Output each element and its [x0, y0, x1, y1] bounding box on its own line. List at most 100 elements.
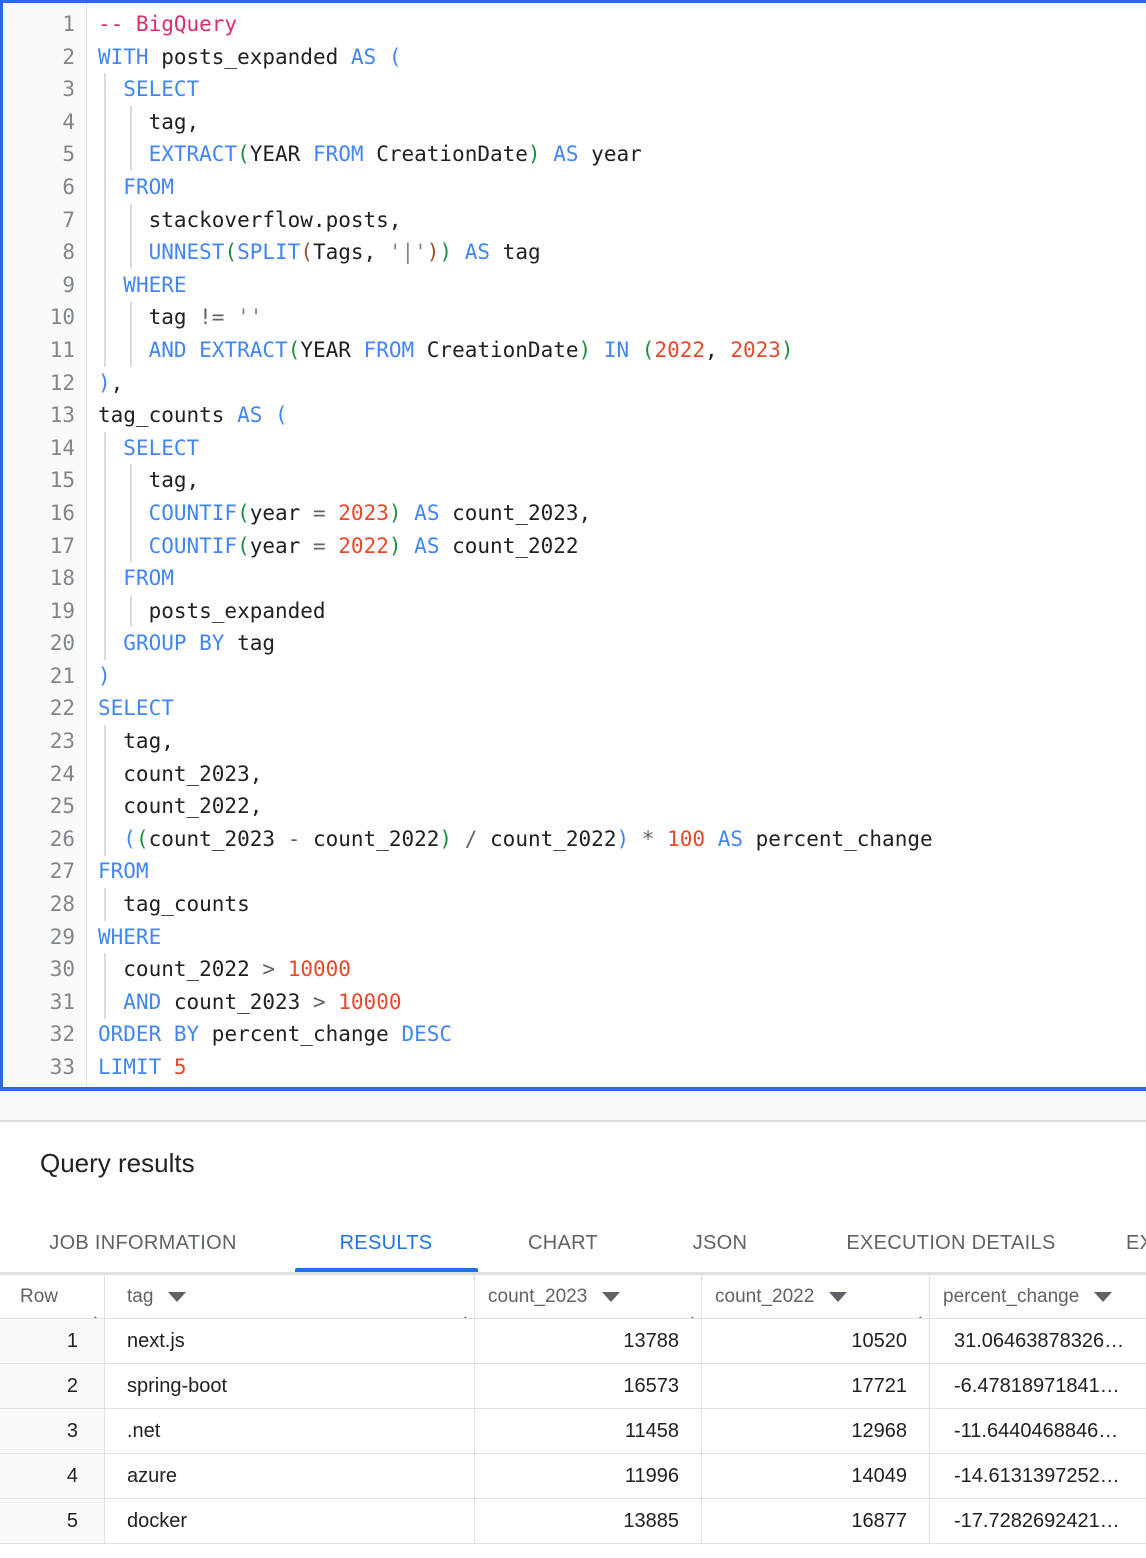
- code-text: posts_expanded: [87, 595, 326, 628]
- column-label: percent_change: [943, 1286, 1079, 1308]
- sql-code[interactable]: 1-- BigQuery2WITH posts_expanded AS (3 S…: [3, 8, 1146, 1084]
- code-text: AND count_2023 > 10000: [87, 986, 401, 1019]
- code-line[interactable]: 33LIMIT 5: [3, 1051, 1146, 1084]
- column-dropdown-icon[interactable]: [168, 1292, 186, 1302]
- cell-tag: azure: [105, 1454, 475, 1499]
- code-text: ORDER BY percent_change DESC: [87, 1018, 452, 1051]
- line-number: 29: [3, 921, 87, 954]
- column-header-row[interactable]: Row: [0, 1274, 105, 1319]
- line-number: 2: [3, 41, 87, 74]
- tab-job-information[interactable]: JOB INFORMATION: [49, 1215, 236, 1272]
- line-number: 32: [3, 1018, 87, 1051]
- code-line[interactable]: 13tag_counts AS (: [3, 399, 1146, 432]
- code-text: GROUP BY tag: [87, 627, 275, 660]
- column-header-count_2022[interactable]: count_2022: [702, 1274, 930, 1319]
- code-line[interactable]: 12),: [3, 367, 1146, 400]
- column-resize-handle-icon[interactable]: [910, 1303, 925, 1317]
- column-label: Row: [20, 1286, 58, 1308]
- sql-editor[interactable]: 1-- BigQuery2WITH posts_expanded AS (3 S…: [0, 0, 1146, 1091]
- tab-results[interactable]: RESULTS: [340, 1215, 433, 1272]
- code-line[interactable]: 8 UNNEST(SPLIT(Tags, '|')) AS tag: [3, 236, 1146, 269]
- code-text: LIMIT 5: [87, 1051, 187, 1084]
- tab-json[interactable]: JSON: [693, 1215, 748, 1272]
- cell-count_2022: 12968: [702, 1409, 930, 1454]
- code-line[interactable]: 1-- BigQuery: [3, 8, 1146, 41]
- code-text: SELECT: [87, 692, 174, 725]
- table-row: 4azure1199614049-14.6131397252…: [0, 1454, 1146, 1499]
- code-text: AND EXTRACT(YEAR FROM CreationDate) IN (…: [87, 334, 794, 367]
- code-line[interactable]: 7 stackoverflow.posts,: [3, 204, 1146, 237]
- table-row: 3.net1145812968-11.6440468846…: [0, 1409, 1146, 1454]
- cell-count_2023: 13788: [475, 1319, 702, 1364]
- code-line[interactable]: 15 tag,: [3, 464, 1146, 497]
- line-number: 14: [3, 432, 87, 465]
- code-line[interactable]: 26 ((count_2023 - count_2022) / count_20…: [3, 823, 1146, 856]
- code-line[interactable]: 3 SELECT: [3, 73, 1146, 106]
- column-header-tag[interactable]: tag: [105, 1274, 475, 1319]
- column-label: count_2023: [488, 1286, 587, 1308]
- code-line[interactable]: 25 count_2022,: [3, 790, 1146, 823]
- code-line[interactable]: 24 count_2023,: [3, 758, 1146, 791]
- line-number: 6: [3, 171, 87, 204]
- tab-ex[interactable]: EX: [1126, 1215, 1146, 1272]
- line-number: 12: [3, 367, 87, 400]
- cell-count_2022: 14049: [702, 1454, 930, 1499]
- code-line[interactable]: 17 COUNTIF(year = 2022) AS count_2022: [3, 530, 1146, 563]
- table-body: 1next.js137881052031.06463878326…2spring…: [0, 1319, 1146, 1544]
- column-resize-handle-icon[interactable]: [682, 1303, 697, 1317]
- code-text: SELECT: [87, 432, 199, 465]
- code-line[interactable]: 23 tag,: [3, 725, 1146, 758]
- column-header-percent_change[interactable]: percent_change: [930, 1274, 1146, 1319]
- code-line[interactable]: 16 COUNTIF(year = 2023) AS count_2023,: [3, 497, 1146, 530]
- code-line[interactable]: 4 tag,: [3, 106, 1146, 139]
- code-line[interactable]: 32ORDER BY percent_change DESC: [3, 1018, 1146, 1051]
- code-line[interactable]: 11 AND EXTRACT(YEAR FROM CreationDate) I…: [3, 334, 1146, 367]
- column-dropdown-icon[interactable]: [829, 1292, 847, 1302]
- cell-tag: next.js: [105, 1319, 475, 1364]
- tab-execution-details[interactable]: EXECUTION DETAILS: [846, 1215, 1055, 1272]
- column-label: tag: [127, 1286, 153, 1308]
- code-text: ((count_2023 - count_2022) / count_2022)…: [87, 823, 933, 856]
- code-line[interactable]: 20 GROUP BY tag: [3, 627, 1146, 660]
- code-line[interactable]: 14 SELECT: [3, 432, 1146, 465]
- code-line[interactable]: 5 EXTRACT(YEAR FROM CreationDate) AS yea…: [3, 138, 1146, 171]
- cell-row: 1: [0, 1319, 105, 1364]
- code-text: count_2023,: [87, 758, 262, 791]
- code-line[interactable]: 30 count_2022 > 10000: [3, 953, 1146, 986]
- code-text: WITH posts_expanded AS (: [87, 41, 401, 74]
- column-dropdown-icon[interactable]: [1094, 1292, 1112, 1302]
- code-line[interactable]: 21): [3, 660, 1146, 693]
- code-line[interactable]: 27FROM: [3, 855, 1146, 888]
- column-resize-handle-icon[interactable]: [1141, 1303, 1146, 1317]
- line-number: 1: [3, 8, 87, 41]
- cell-tag: .net: [105, 1409, 475, 1454]
- code-text: FROM: [87, 562, 174, 595]
- column-resize-handle-icon[interactable]: [85, 1303, 100, 1317]
- tab-chart[interactable]: CHART: [528, 1215, 598, 1272]
- code-text: tag,: [87, 725, 174, 758]
- line-number: 8: [3, 236, 87, 269]
- code-line[interactable]: 19 posts_expanded: [3, 595, 1146, 628]
- code-line[interactable]: 31 AND count_2023 > 10000: [3, 986, 1146, 1019]
- column-header-count_2023[interactable]: count_2023: [475, 1274, 702, 1319]
- code-text: count_2022,: [87, 790, 262, 823]
- code-line[interactable]: 18 FROM: [3, 562, 1146, 595]
- code-line[interactable]: 28 tag_counts: [3, 888, 1146, 921]
- code-line[interactable]: 29WHERE: [3, 921, 1146, 954]
- line-number: 7: [3, 204, 87, 237]
- code-line[interactable]: 6 FROM: [3, 171, 1146, 204]
- code-line[interactable]: 9 WHERE: [3, 269, 1146, 302]
- line-number: 4: [3, 106, 87, 139]
- cell-row: 4: [0, 1454, 105, 1499]
- code-line[interactable]: 22SELECT: [3, 692, 1146, 725]
- query-results-header: Query results: [0, 1122, 1146, 1215]
- line-number: 24: [3, 758, 87, 791]
- cell-percent_change: -14.6131397252…: [930, 1454, 1146, 1499]
- code-line[interactable]: 10 tag != '': [3, 301, 1146, 334]
- code-text: tag,: [87, 106, 199, 139]
- column-resize-handle-icon[interactable]: [455, 1303, 470, 1317]
- code-text: SELECT: [87, 73, 199, 106]
- code-line[interactable]: 2WITH posts_expanded AS (: [3, 41, 1146, 74]
- line-number: 13: [3, 399, 87, 432]
- column-dropdown-icon[interactable]: [602, 1292, 620, 1302]
